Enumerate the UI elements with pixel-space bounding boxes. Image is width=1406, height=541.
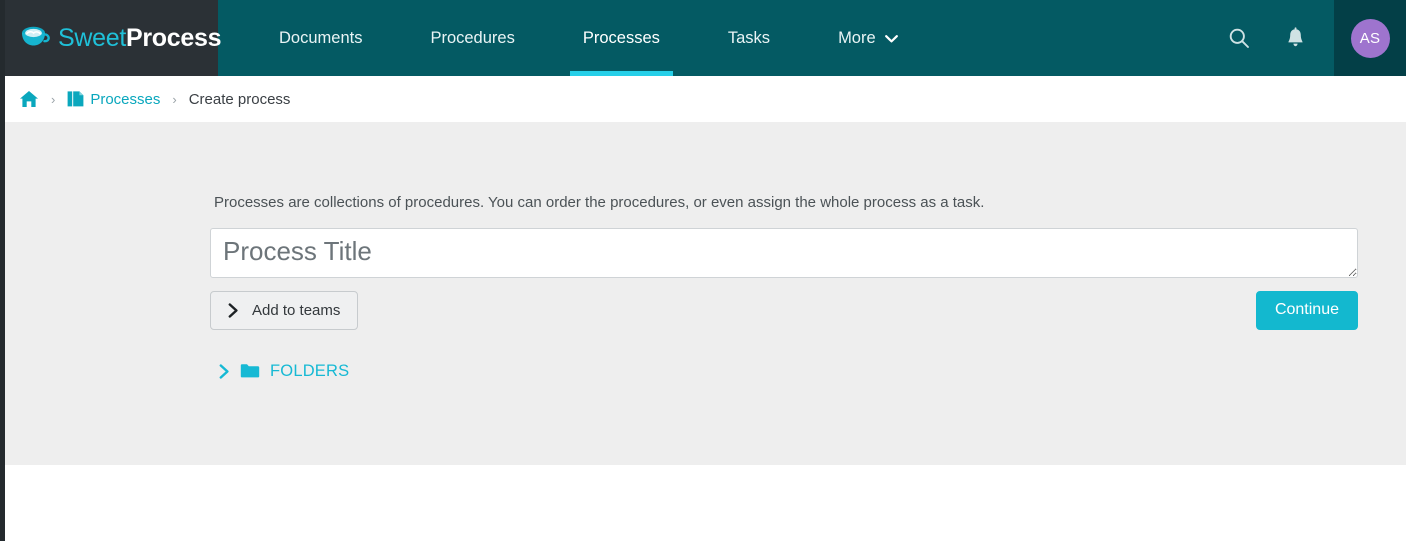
chevron-right-icon [228,302,239,318]
nav-item-procedures[interactable]: Procedures [396,0,548,76]
nav-label-processes: Processes [582,28,660,47]
brand-panel: SweetProcess [5,0,221,76]
add-to-teams-label: Add to teams [252,301,341,319]
continue-label: Continue [1274,301,1339,318]
nav-item-tasks[interactable]: Tasks [694,0,804,76]
breadcrumb-separator-1: › [51,91,56,107]
nav-item-processes[interactable]: Processes [549,0,694,76]
coffee-cup-icon [21,25,51,51]
logo-home-link[interactable]: SweetProcess [21,25,221,51]
folder-icon [240,363,260,379]
add-to-teams-button[interactable]: Add to teams [210,290,359,330]
brand-text-process: Process [125,23,222,52]
avatar[interactable]: AS [1350,18,1390,58]
documents-icon [67,90,84,108]
breadcrumb-label-create-process: Create process [188,90,291,108]
form-actions: Add to teams Continue [210,290,1358,330]
process-title-input[interactable] [210,227,1358,278]
breadcrumb-item-create-process: Create process [189,91,291,108]
chevron-down-icon [884,35,898,43]
header-actions [1226,0,1334,76]
breadcrumb-home-link[interactable] [19,90,39,108]
breadcrumb-item-processes[interactable]: Processes [67,90,160,108]
nav-label-documents: Documents [279,28,363,47]
continue-button[interactable]: Continue [1255,290,1358,330]
folders-label: FOLDERS [270,361,350,380]
avatar-panel: AS [1334,0,1406,76]
nav-item-documents[interactable]: Documents [245,0,396,76]
nav-label-tasks: Tasks [727,28,771,47]
create-process-form: Processes are collections of procedures.… [210,122,1358,381]
app-window: SweetProcess Documents Procedures Proces… [0,0,1406,541]
home-icon [19,90,39,108]
breadcrumb: › Processes › Create process [5,76,1406,122]
folders-toggle[interactable]: FOLDERS [219,362,349,381]
breadcrumb-separator-2: › [172,91,177,107]
nav-label-more: More [838,28,876,47]
search-icon[interactable] [1226,25,1252,51]
brand-text-sweet: Sweet [58,23,126,52]
main-content: Processes are collections of procedures.… [5,122,1406,465]
nav-label-procedures: Procedures [430,28,515,47]
main-nav: Documents Procedures Processes Tasks Mor… [218,0,1226,76]
bell-icon[interactable] [1282,25,1308,51]
nav-item-more[interactable]: More [804,0,932,76]
top-navigation-bar: SweetProcess Documents Procedures Proces… [5,0,1406,76]
form-description: Processes are collections of procedures.… [214,194,985,211]
chevron-right-icon-folders [219,363,230,379]
brand-wordmark: SweetProcess [58,23,222,52]
breadcrumb-label-processes: Processes [90,90,161,108]
